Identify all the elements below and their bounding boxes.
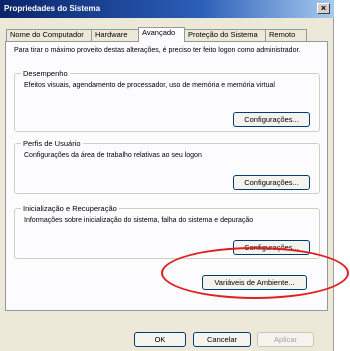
tab-computer-name[interactable]: Nome do Computador xyxy=(6,29,92,41)
advanced-panel: Para tirar o máximo proveito destas alte… xyxy=(5,41,328,311)
user-profiles-settings-button[interactable]: Configurações... xyxy=(233,175,310,190)
close-button[interactable]: × xyxy=(317,3,330,14)
title-bar[interactable]: Propriedades do Sistema × xyxy=(0,0,334,18)
group-title: Inicialização e Recuperação xyxy=(21,204,119,213)
performance-group: Desempenho Efeitos visuais, agendamento … xyxy=(14,69,320,132)
startup-recovery-group: Inicialização e Recuperação Informações … xyxy=(14,204,320,259)
group-description: Informações sobre inicialização do siste… xyxy=(24,217,254,224)
performance-settings-button[interactable]: Configurações... xyxy=(233,112,310,127)
admin-notice: Para tirar o máximo proveito destas alte… xyxy=(14,47,301,54)
apply-button[interactable]: Aplicar xyxy=(257,332,314,347)
group-description: Configurações da área de trabalho relati… xyxy=(24,152,202,159)
group-title: Desempenho xyxy=(21,69,70,78)
startup-recovery-settings-button[interactable]: Configurações... xyxy=(233,240,310,255)
cancel-button[interactable]: Cancelar xyxy=(193,332,251,347)
system-properties-dialog: Propriedades do Sistema × Nome do Comput… xyxy=(0,0,334,351)
group-description: Efeitos visuais, agendamento de processa… xyxy=(24,82,275,89)
tab-advanced[interactable]: Avançado xyxy=(138,27,185,42)
ok-button[interactable]: OK xyxy=(134,332,186,347)
user-profiles-group: Perfis de Usuário Configurações da área … xyxy=(14,139,320,194)
window-title: Propriedades do Sistema xyxy=(4,4,101,13)
tab-remote[interactable]: Remoto xyxy=(265,29,307,41)
tab-hardware[interactable]: Hardware xyxy=(91,29,139,41)
environment-variables-button[interactable]: Variáveis de Ambiente... xyxy=(202,275,307,290)
group-title: Perfis de Usuário xyxy=(21,139,83,148)
tab-system-protection[interactable]: Proteção do Sistema xyxy=(184,29,266,41)
